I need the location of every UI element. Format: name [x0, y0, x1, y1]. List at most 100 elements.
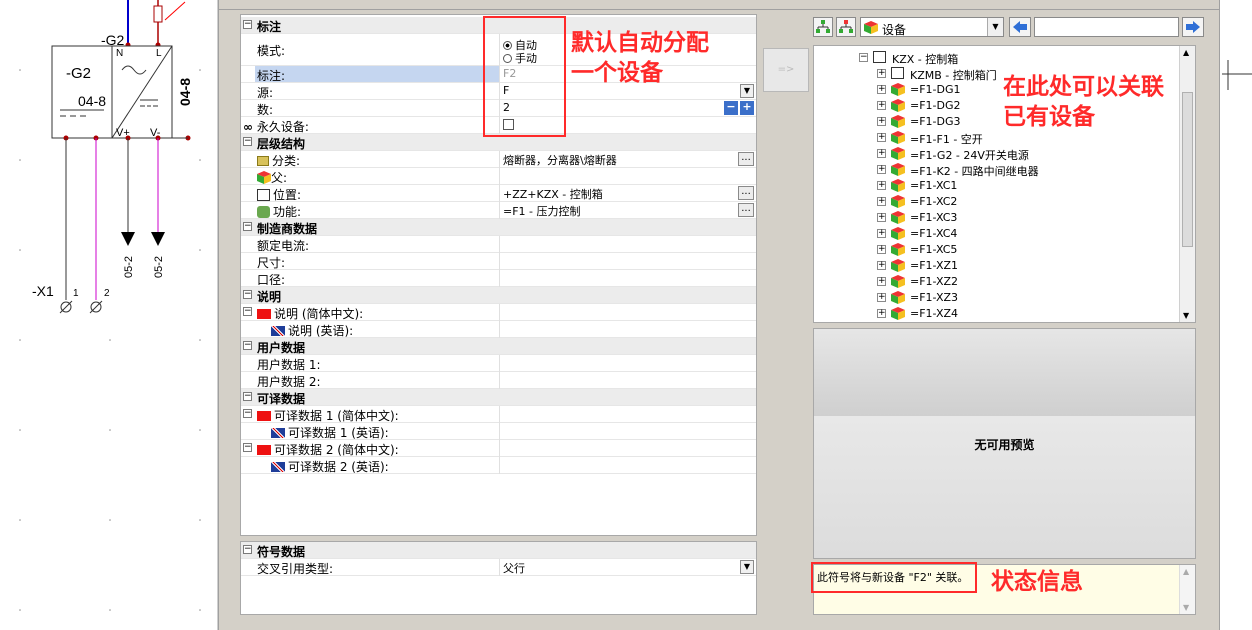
transfer-button[interactable]: =>: [763, 48, 809, 92]
cn-flag-icon: [257, 411, 271, 421]
device-cube-icon: [891, 99, 905, 115]
function-label: 功能:: [257, 203, 301, 220]
row-user-data-1[interactable]: 用户数据 1:: [241, 355, 756, 372]
forward-button[interactable]: [1182, 17, 1204, 37]
status-scrollbar[interactable]: ▲ ▼: [1179, 565, 1195, 614]
function-icon: [257, 206, 270, 218]
collapse-icon[interactable]: −: [243, 409, 252, 418]
device-cube-icon: [891, 115, 905, 131]
section-user-data[interactable]: − 用户数据: [241, 338, 756, 355]
expand-icon[interactable]: +: [877, 309, 886, 318]
expand-icon[interactable]: +: [877, 149, 886, 158]
filter-combobox[interactable]: 设备 ▼: [860, 17, 1004, 37]
row-parent[interactable]: 父:: [241, 168, 756, 185]
expand-icon[interactable]: +: [877, 69, 886, 78]
expand-icon[interactable]: +: [877, 101, 886, 110]
expand-icon[interactable]: +: [877, 133, 886, 142]
scroll-thumb[interactable]: [1182, 92, 1193, 247]
row-user-data-2[interactable]: 用户数据 2:: [241, 372, 756, 389]
device-cube-icon: [257, 171, 271, 184]
collapse-icon[interactable]: −: [243, 222, 252, 231]
row-location[interactable]: 位置: +ZZ+KZX - 控制箱 ...: [241, 185, 756, 202]
expand-icon[interactable]: +: [877, 277, 886, 286]
tree-view-button-1[interactable]: [813, 17, 833, 37]
row-class[interactable]: 分类: 熔断器，分离器\熔断器 ...: [241, 151, 756, 168]
row-rated-current[interactable]: 额定电流:: [241, 236, 756, 253]
scroll-down-icon[interactable]: ▼: [1183, 311, 1189, 320]
expand-icon[interactable]: +: [877, 245, 886, 254]
device-cube-icon: [891, 83, 905, 99]
expand-icon[interactable]: +: [877, 197, 886, 206]
expand-icon[interactable]: +: [877, 213, 886, 222]
chevron-down-icon[interactable]: ▼: [987, 18, 1003, 36]
increment-button[interactable]: +: [740, 101, 754, 115]
hierarchy-icon: [816, 20, 830, 33]
device-cube-icon: [891, 307, 905, 322]
expand-icon[interactable]: +: [877, 181, 886, 190]
scroll-up-icon[interactable]: ▲: [1183, 567, 1189, 576]
tree-item-label: KZMB - 控制箱门: [910, 69, 997, 82]
tag-label: 标注:: [257, 69, 286, 83]
collapse-icon[interactable]: −: [243, 307, 252, 316]
row-function[interactable]: 功能: =F1 - 压力控制 ...: [241, 202, 756, 219]
tree-item-label: =F1-DG1: [910, 83, 961, 96]
dropdown-arrow-icon[interactable]: ▼: [740, 560, 754, 574]
function-browse-button[interactable]: ...: [738, 203, 754, 217]
collapse-icon[interactable]: −: [243, 392, 252, 401]
collapse-icon[interactable]: −: [243, 137, 252, 146]
decrement-button[interactable]: −: [724, 101, 738, 115]
collapse-icon[interactable]: −: [243, 545, 252, 554]
source-label: 源:: [257, 86, 274, 100]
expand-icon[interactable]: +: [877, 293, 886, 302]
location-browse-button[interactable]: ...: [738, 186, 754, 200]
parent-label: 父:: [257, 169, 287, 186]
row-trans1-cn[interactable]: − 可译数据 1 (简体中文):: [241, 406, 756, 423]
expand-icon[interactable]: +: [877, 229, 886, 238]
back-button[interactable]: [1009, 17, 1031, 37]
row-xref[interactable]: 交叉引用类型: 父行 ▼: [241, 559, 756, 576]
scroll-up-icon[interactable]: ▲: [1183, 48, 1189, 57]
tree-view-button-2[interactable]: [836, 17, 856, 37]
schematic-drawing: -G2 -G2 04-8 N L V+ V- 04-8 05-2 05-2 -X…: [19, 0, 201, 611]
dropdown-arrow-icon[interactable]: ▼: [740, 84, 754, 98]
scroll-down-icon[interactable]: ▼: [1183, 603, 1189, 612]
symbol-data-panel[interactable]: − 符号数据 交叉引用类型: 父行 ▼: [240, 541, 757, 615]
row-desc-en[interactable]: 说明 (英语):: [241, 321, 756, 338]
uk-flag-icon: [271, 428, 285, 438]
collapse-icon[interactable]: −: [243, 341, 252, 350]
device-cube-icon: [891, 163, 905, 179]
uk-flag-icon: [271, 462, 285, 472]
device-cube-icon: [891, 211, 905, 227]
collapse-icon[interactable]: −: [243, 20, 252, 29]
section-manufacturer[interactable]: − 制造商数据: [241, 219, 756, 236]
row-trans2-cn[interactable]: − 可译数据 2 (简体中文):: [241, 440, 756, 457]
collapse-icon[interactable]: −: [243, 290, 252, 299]
properties-dialog: − 标注 模式: 自动 手动 标注: F2 源: F ▼ 数: 2 − + ∞ …: [218, 0, 1252, 630]
row-caliber[interactable]: 口径:: [241, 270, 756, 287]
row-desc-cn[interactable]: − 说明 (简体中文):: [241, 304, 756, 321]
class-browse-button[interactable]: ...: [738, 152, 754, 166]
device-cube-icon: [891, 131, 905, 147]
search-input[interactable]: [1034, 17, 1179, 37]
expand-icon[interactable]: +: [877, 85, 886, 94]
device-cube-icon: [891, 259, 905, 275]
device-tag-top: -G2: [101, 32, 125, 48]
row-size[interactable]: 尺寸:: [241, 253, 756, 270]
canvas-edge: [1219, 0, 1252, 630]
device-tag-inner: -G2: [66, 65, 91, 82]
expand-icon[interactable]: +: [877, 261, 886, 270]
section-symbol[interactable]: − 符号数据: [241, 542, 756, 559]
count-label: 数:: [257, 103, 274, 117]
expand-icon[interactable]: +: [877, 165, 886, 174]
schematic-canvas[interactable]: -G2 -G2 04-8 N L V+ V- 04-8 05-2 05-2 -X…: [0, 0, 218, 630]
collapse-icon[interactable]: −: [243, 443, 252, 452]
row-trans2-en[interactable]: 可译数据 2 (英语):: [241, 457, 756, 474]
device-cube-icon: [891, 227, 905, 243]
expand-icon[interactable]: +: [877, 117, 886, 126]
xref-value: 父行: [503, 562, 525, 575]
row-trans1-en[interactable]: 可译数据 1 (英语):: [241, 423, 756, 440]
section-translatable[interactable]: − 可译数据: [241, 389, 756, 406]
collapse-icon[interactable]: −: [859, 53, 868, 62]
tree-scrollbar[interactable]: ▲ ▼: [1179, 46, 1195, 322]
section-description[interactable]: − 说明: [241, 287, 756, 304]
